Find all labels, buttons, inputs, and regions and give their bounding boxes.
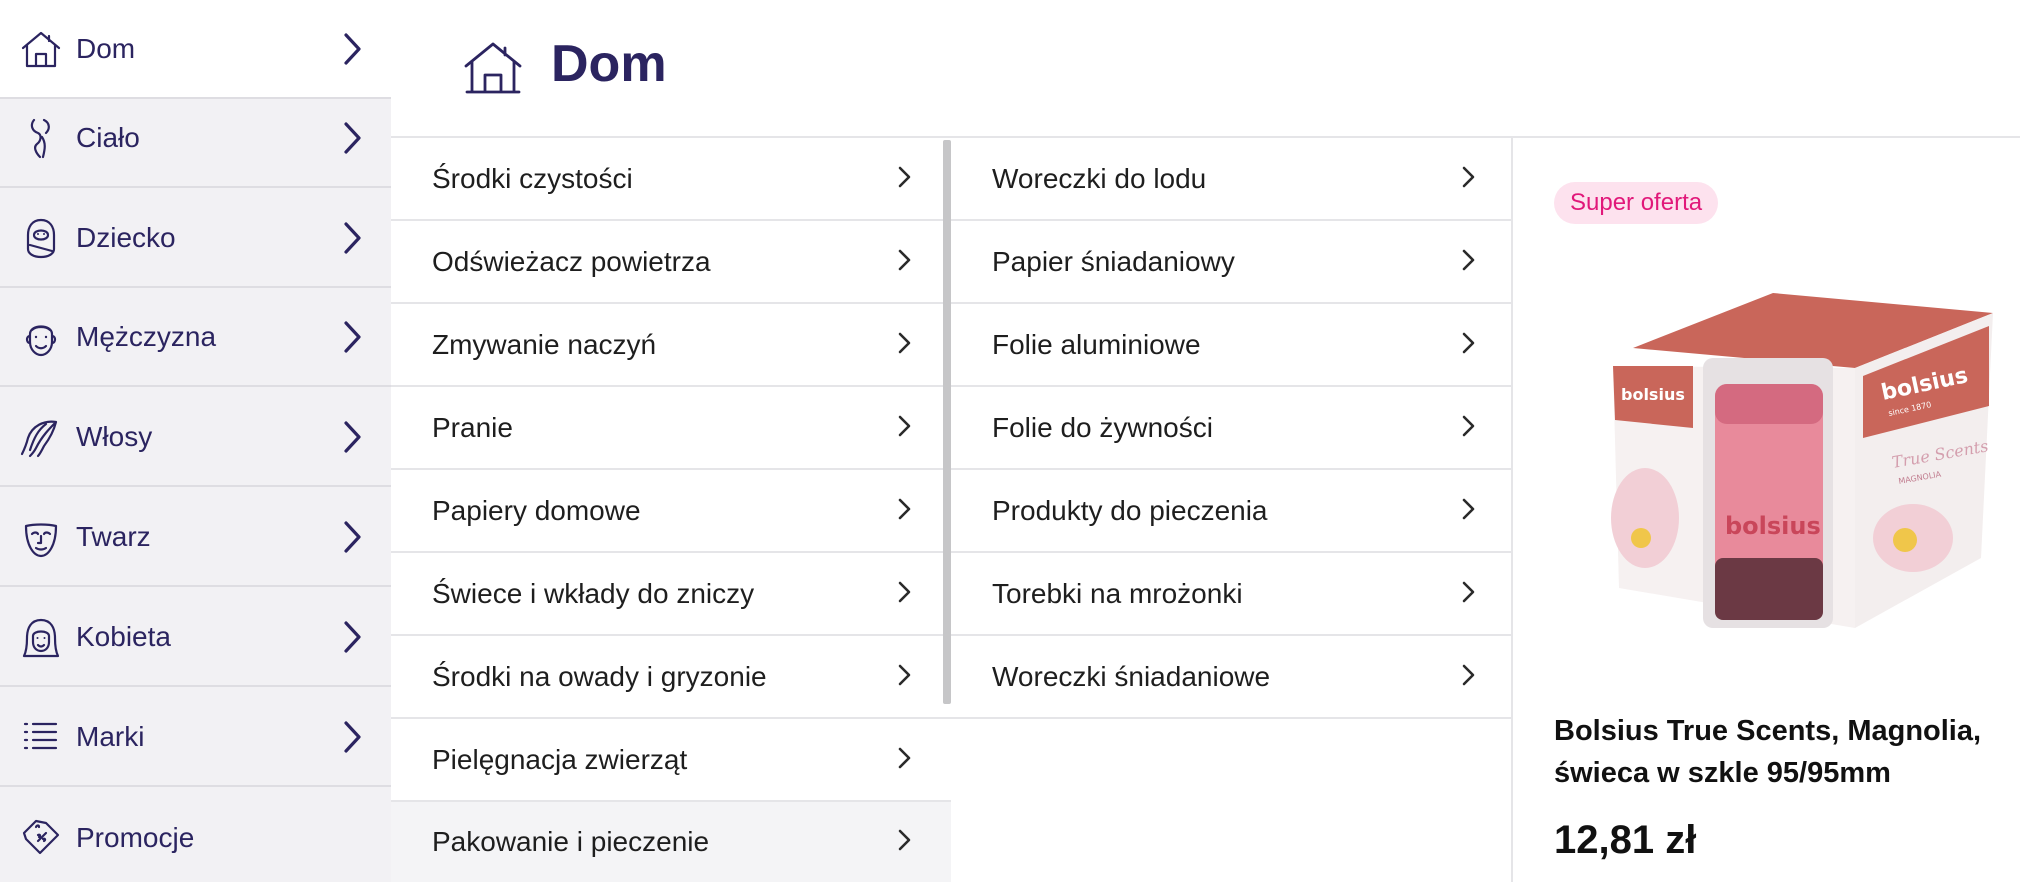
chevron-right-icon — [1462, 332, 1475, 353]
sidebar-item-cialo[interactable]: Ciało — [0, 89, 391, 188]
subcategory-item-active[interactable]: Pakowanie i pieczenie — [391, 802, 951, 882]
list-icon — [23, 722, 58, 749]
subcategory-label: Środki czystości — [432, 162, 633, 194]
house-icon — [21, 31, 61, 67]
sidebar-item-twarz[interactable]: Twarz — [0, 488, 391, 587]
subcategory-item[interactable]: Odświeżacz powietrza — [391, 221, 951, 304]
chevron-right-icon — [1462, 249, 1475, 270]
product-price: 12,81 zł — [1554, 818, 1697, 862]
sidebar-item-dom[interactable]: Dom — [0, 0, 391, 99]
subcategory-item[interactable]: Świece i wkłady do zniczy — [391, 553, 951, 636]
chevron-right-icon — [898, 332, 911, 353]
chevron-right-icon — [898, 829, 911, 851]
chevron-right-icon — [344, 520, 361, 553]
product-image[interactable]: bolsius since 1870 bolsius bolsius True … — [1593, 288, 1993, 628]
subcategory-label: Środki na owady i gryzonie — [432, 660, 767, 692]
sidebar-item-dziecko[interactable]: Dziecko — [0, 189, 391, 288]
subcategory-label: Torebki na mrożonki — [992, 577, 1243, 609]
product-name[interactable]: Bolsius True Scents, Magnolia, świeca w … — [1554, 710, 2014, 794]
subcategory-item[interactable]: Woreczki śniadaniowe — [951, 636, 1511, 719]
subcategory-label: Odświeżacz powietrza — [432, 245, 711, 277]
subcategory-item[interactable]: Pielęgnacja zwierząt — [391, 719, 951, 802]
sidebar-item-label: Włosy — [76, 420, 153, 452]
sidebar-item-mezczyzna[interactable]: Mężczyzna — [0, 288, 391, 387]
chevron-right-icon — [898, 249, 911, 270]
chevron-right-icon — [898, 664, 911, 685]
super-offer-badge: Super oferta — [1554, 182, 1719, 224]
baby-icon — [26, 218, 56, 258]
subcategory-item[interactable]: Folie do żywności — [951, 387, 1511, 470]
sidebar-item-label: Marki — [76, 720, 145, 752]
subcategory-item[interactable]: Papier śniadaniowy — [951, 221, 1511, 304]
chevron-right-icon — [344, 420, 361, 453]
body-icon — [30, 118, 50, 158]
subcategory-label: Papier śniadaniowy — [992, 245, 1235, 277]
sidebar-item-marki[interactable]: Marki — [0, 688, 391, 787]
sidebar-item-label: Dom — [76, 32, 136, 64]
subcategory-item[interactable]: Środki na owady i gryzonie — [391, 636, 951, 719]
sidebar-item-label: Mężczyzna — [76, 320, 217, 352]
scrollbar[interactable] — [943, 140, 951, 704]
chevron-right-icon — [1462, 581, 1475, 602]
subcategory-label: Pakowanie i pieczenie — [432, 826, 710, 857]
chevron-right-icon — [1462, 166, 1475, 187]
subcategory-item[interactable]: Produkty do pieczenia — [951, 470, 1511, 553]
subcategory-label: Folie aluminiowe — [992, 328, 1201, 360]
promo-panel: Super oferta bolsius since 1870 bolsius … — [1513, 138, 2020, 882]
chevron-right-icon — [898, 498, 911, 519]
chevron-right-icon — [344, 221, 361, 254]
chevron-right-icon — [344, 32, 361, 65]
chevron-right-icon — [344, 720, 361, 753]
chevron-right-icon — [898, 415, 911, 436]
subcategory-label: Woreczki do lodu — [992, 162, 1207, 194]
subcategory-item[interactable]: Folie aluminiowe — [951, 304, 1511, 387]
sidebar-item-wlosy[interactable]: Włosy — [0, 388, 391, 487]
chevron-right-icon — [344, 320, 361, 353]
chevron-right-icon — [898, 166, 911, 187]
subcategory-label: Pielęgnacja zwierząt — [432, 743, 688, 775]
subsubcategory-list: Woreczki do lodu Papier śniadaniowy Foli… — [951, 138, 1513, 882]
sidebar-item-label: Dziecko — [76, 221, 176, 253]
subcategory-label: Papiery domowe — [432, 494, 641, 526]
face-icon — [24, 522, 58, 557]
product-candle-label: bolsius — [1725, 512, 1821, 540]
chevron-right-icon — [1462, 415, 1475, 436]
hair-icon — [20, 420, 58, 457]
sidebar-item-promocje[interactable]: Promocje — [0, 788, 391, 887]
chevron-right-icon — [898, 581, 911, 602]
subcategory-list: Środki czystości Odświeżacz powietrza Zm… — [391, 138, 951, 882]
category-header: Dom — [391, 0, 2020, 138]
subcategory-label: Zmywanie naczyń — [432, 328, 657, 360]
woman-icon — [22, 618, 60, 657]
subcategory-label: Świece i wkłady do zniczy — [432, 577, 755, 609]
sidebar-item-label: Ciało — [76, 121, 140, 153]
chevron-right-icon — [344, 121, 361, 154]
subcategory-item[interactable]: Woreczki do lodu — [951, 138, 1511, 221]
man-icon — [25, 324, 57, 356]
category-sidebar: Dom Ciało Dziecko Mężczyzna Włosy Twarz … — [0, 0, 391, 882]
subcategory-label: Woreczki śniadaniowe — [992, 660, 1271, 692]
price-tag-icon — [22, 819, 60, 854]
chevron-right-icon — [1462, 498, 1475, 519]
product-brand-left-label: bolsius — [1621, 385, 1685, 404]
chevron-right-icon — [898, 747, 911, 768]
sidebar-item-kobieta[interactable]: Kobieta — [0, 588, 391, 687]
subcategory-item[interactable]: Pranie — [391, 387, 951, 470]
chevron-right-icon — [344, 620, 361, 653]
sidebar-item-label: Promocje — [76, 821, 195, 853]
sidebar-item-label: Kobieta — [76, 620, 171, 652]
house-icon — [464, 42, 522, 94]
subcategory-label: Pranie — [432, 411, 513, 443]
subcategory-label: Produkty do pieczenia — [992, 494, 1268, 526]
subcategory-item[interactable]: Torebki na mrożonki — [951, 553, 1511, 636]
page-title: Dom — [551, 35, 667, 93]
subcategory-label: Folie do żywności — [992, 411, 1213, 443]
subcategory-item[interactable]: Środki czystości — [391, 138, 951, 221]
sidebar-item-label: Twarz — [76, 520, 151, 552]
chevron-right-icon — [1462, 664, 1475, 685]
subcategory-item[interactable]: Zmywanie naczyń — [391, 304, 951, 387]
subcategory-item[interactable]: Papiery domowe — [391, 470, 951, 553]
